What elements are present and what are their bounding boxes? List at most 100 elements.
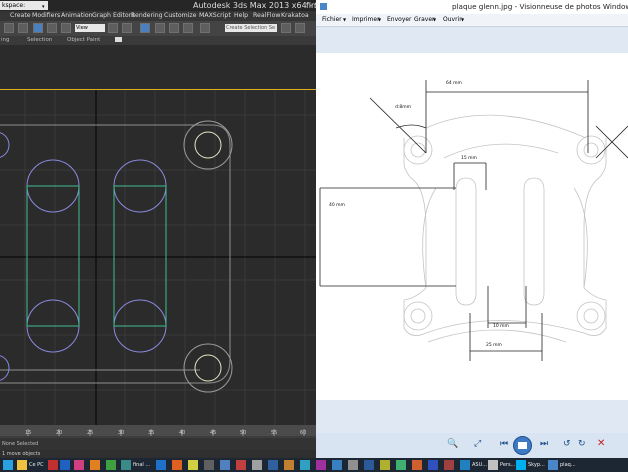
slot-left xyxy=(26,159,80,353)
photo-display-area[interactable]: 64 mm d:8mm 15 mm 40 mm 10 mm 25 mm xyxy=(316,28,628,433)
select-link-icon[interactable] xyxy=(18,23,28,33)
chevron-down-icon: ▼ xyxy=(461,17,465,22)
named-selection-sets-dropdown[interactable]: Create Selection Se xyxy=(225,24,277,32)
menu-realflow[interactable]: RealFlow xyxy=(253,11,280,21)
tick-label: 20 xyxy=(56,430,63,436)
app-icon[interactable] xyxy=(236,460,246,470)
viewer-command-bar: Fichier ▼ Imprimer ▼ Envoyer Graver ▼ Ou… xyxy=(316,14,628,27)
menu-modifiers[interactable]: Modifiers xyxy=(32,11,60,21)
actual-size-icon[interactable]: ⤢ xyxy=(474,439,481,449)
taskbar-item-pers[interactable]: Pers... xyxy=(500,458,515,472)
dim-label-slot: 15 mm xyxy=(461,156,477,161)
app-icon[interactable] xyxy=(316,460,326,470)
zoom-icon[interactable]: 🔍 xyxy=(447,439,458,449)
app-icon[interactable] xyxy=(188,460,198,470)
menu-animation[interactable]: Animation xyxy=(61,11,93,21)
app-icon[interactable] xyxy=(60,460,70,470)
app-icon[interactable] xyxy=(268,460,278,470)
ribbon-toggle-icon[interactable] xyxy=(115,37,122,42)
app-icon[interactable] xyxy=(428,460,438,470)
chevron-down-icon: ▼ xyxy=(343,17,347,22)
edit-named-selection-icon[interactable] xyxy=(200,23,210,33)
asus-icon[interactable] xyxy=(460,460,470,470)
slideshow-button[interactable] xyxy=(513,436,532,455)
menu-maxscript[interactable]: MAXScript xyxy=(199,11,231,21)
reference-coord-dropdown[interactable]: View xyxy=(75,24,105,32)
taskbar-item-skype[interactable]: Skyp... xyxy=(528,458,545,472)
time-slider-track[interactable]: 15 20 25 30 35 40 45 50 55 60 None Selec… xyxy=(0,425,316,450)
menu-fichier[interactable]: Fichier xyxy=(322,14,342,26)
app-icon[interactable] xyxy=(204,460,214,470)
ribbon-tab-modeling[interactable]: ing xyxy=(1,36,10,45)
menu-graph-editors[interactable]: Graph Editors xyxy=(92,11,134,21)
taskbar-item-asus[interactable]: ASU... xyxy=(472,458,487,472)
taskbar-item-ce-pc[interactable]: Ce PC xyxy=(29,458,44,472)
tick-label: 50 xyxy=(240,430,247,436)
3ds-max-icon[interactable] xyxy=(121,460,131,470)
menu-help[interactable]: Help xyxy=(234,11,248,21)
select-scale-icon[interactable] xyxy=(61,23,71,33)
menu-customize[interactable]: Customize xyxy=(164,11,196,21)
file-explorer-icon[interactable] xyxy=(17,460,27,470)
app-icon[interactable] xyxy=(106,460,116,470)
photo-viewer-icon[interactable] xyxy=(548,460,558,470)
app-icon[interactable] xyxy=(252,460,262,470)
max-viewport[interactable] xyxy=(0,45,316,425)
mirror-icon[interactable] xyxy=(281,23,291,33)
max-menubar: Create Modifiers Animation Graph Editors… xyxy=(0,11,316,21)
menu-envoyer[interactable]: Envoyer xyxy=(387,14,412,26)
select-manipulate-icon[interactable] xyxy=(122,23,132,33)
viewport-canvas xyxy=(0,89,316,425)
status-bar-area: None Selected xyxy=(0,438,316,450)
menu-krakatoa[interactable]: Krakatoa xyxy=(281,11,309,21)
dim-label-height: 40 mm xyxy=(329,203,345,208)
rotate-left-icon[interactable]: ↺ xyxy=(563,439,571,449)
rotate-right-icon[interactable]: ↻ xyxy=(578,439,586,449)
previous-icon[interactable]: ⏮ xyxy=(500,439,508,449)
skype-icon[interactable] xyxy=(516,460,526,470)
app-icon[interactable] xyxy=(300,460,310,470)
app-icon[interactable] xyxy=(48,460,58,470)
app-icon[interactable] xyxy=(332,460,342,470)
app-icon[interactable] xyxy=(220,460,230,470)
technical-drawing xyxy=(316,53,628,400)
taskbar-item-plaque[interactable]: plaq... xyxy=(560,458,576,472)
menu-rendering[interactable]: Rendering xyxy=(131,11,163,21)
selection-status: None Selected xyxy=(2,441,39,447)
menu-create[interactable]: Create xyxy=(10,11,31,21)
taskbar-item-final[interactable]: final ... xyxy=(133,458,150,472)
menu-imprimer[interactable]: Imprimer xyxy=(352,14,380,26)
app-icon[interactable] xyxy=(172,460,182,470)
spinner-snap-icon[interactable] xyxy=(183,23,193,33)
app-icon[interactable] xyxy=(284,460,294,470)
delete-icon[interactable]: ✕ xyxy=(597,438,605,449)
menu-ouvrir[interactable]: Ouvrir xyxy=(443,14,462,26)
app-icon[interactable] xyxy=(488,460,498,470)
select-rotate-icon[interactable] xyxy=(47,23,57,33)
viewer-title-bar: plaque glenn.jpg - Visionneuse de photos… xyxy=(316,0,628,14)
start-icon[interactable] xyxy=(3,460,13,470)
menu-graver[interactable]: Graver xyxy=(414,14,435,26)
snap-toggle-icon[interactable] xyxy=(140,23,150,33)
viewer-controls-bar: 🔍 ⤢ ⏮ ⏭ ↺ ↻ ✕ xyxy=(316,433,628,458)
app-icon[interactable] xyxy=(396,460,406,470)
app-icon[interactable] xyxy=(74,460,84,470)
percent-snap-icon[interactable] xyxy=(169,23,179,33)
angle-snap-icon[interactable] xyxy=(155,23,165,33)
app-icon[interactable] xyxy=(380,460,390,470)
app-icon[interactable] xyxy=(444,460,454,470)
app-icon[interactable] xyxy=(90,460,100,470)
app-icon[interactable] xyxy=(364,460,374,470)
undo-icon[interactable] xyxy=(4,23,14,33)
dim-label-diameter: d:8mm xyxy=(395,105,412,110)
ribbon-tab-object-paint[interactable]: Object Paint xyxy=(67,36,100,45)
app-icon[interactable] xyxy=(156,460,166,470)
app-icon[interactable] xyxy=(348,460,358,470)
ribbon-tab-selection[interactable]: Selection xyxy=(27,36,52,45)
select-object-icon[interactable] xyxy=(33,23,43,33)
app-icon[interactable] xyxy=(412,460,422,470)
align-icon[interactable] xyxy=(295,23,305,33)
workspace-dropdown[interactable]: kspace: Default xyxy=(0,1,48,18)
next-icon[interactable]: ⏭ xyxy=(540,439,548,449)
pivot-icon[interactable] xyxy=(108,23,118,33)
